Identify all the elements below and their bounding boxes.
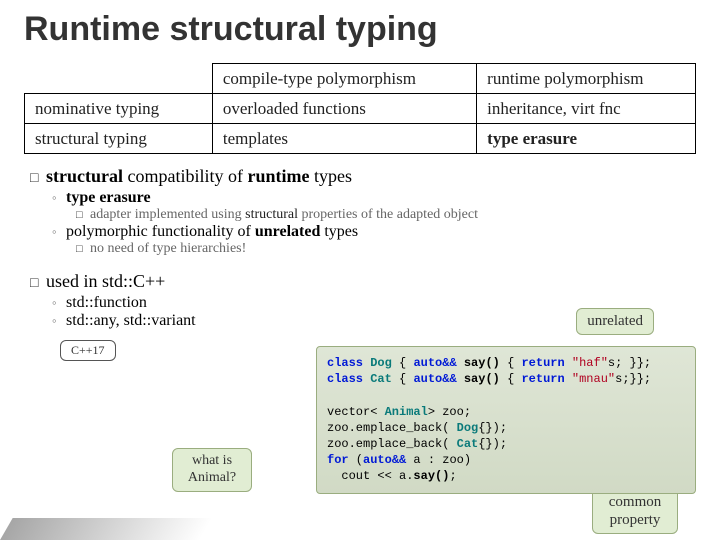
s4: no need of type hierarchies! (90, 241, 246, 257)
b1-d: types (309, 166, 352, 186)
s2a: adapter implemented using (90, 207, 245, 222)
b1-a: structural (46, 166, 123, 186)
s3c: types (320, 223, 358, 240)
sub-bullet-1a-i: □ adapter implemented using structural p… (76, 207, 696, 223)
sub-bullet-icon: ◦ (52, 224, 66, 239)
b1-c: runtime (247, 166, 309, 186)
typing-matrix: compile-type polymorphism runtime polymo… (24, 63, 696, 154)
callout-whatis: what is Animal? (172, 448, 252, 492)
b2s1: std::function (66, 294, 147, 312)
bullet-1: □ structural compatibility of runtime ty… (30, 166, 696, 187)
cell: templates (212, 124, 476, 154)
col-header-2: runtime polymorphism (477, 64, 696, 94)
table-row: nominative typing overloaded functions i… (25, 94, 696, 124)
sub2-icon: □ (76, 209, 90, 221)
sub1-text: type erasure (66, 189, 151, 206)
col-header-1: compile-type polymorphism (212, 64, 476, 94)
sub-bullet-1a: ◦ type erasure (52, 189, 696, 207)
row-label-1: nominative typing (25, 94, 213, 124)
b1-b: compatibility of (123, 166, 247, 186)
bullet-icon: □ (30, 169, 46, 185)
sub2-icon: □ (76, 243, 90, 255)
b2: used in std::C++ (46, 271, 165, 292)
cell: inheritance, virt fnc (477, 94, 696, 124)
callout-common: common property (592, 488, 678, 534)
row-label-2: structural typing (25, 124, 213, 154)
code-example: class Dog { auto&& say() { return "haf"s… (316, 346, 696, 494)
cell-highlight: type erasure (477, 124, 696, 154)
sub-bullet-icon: ◦ (52, 190, 66, 205)
bullet-icon: □ (30, 274, 46, 290)
sub-bullet-icon: ◦ (52, 295, 66, 310)
sub-bullet-icon: ◦ (52, 313, 66, 328)
decorative-shadow (0, 518, 213, 540)
s3b: unrelated (255, 223, 320, 240)
sub-bullet-1b-i: □ no need of type hierarchies! (76, 241, 696, 257)
slide-title: Runtime structural typing (24, 10, 696, 49)
s2b: structural (245, 207, 298, 222)
callout-unrelated: unrelated (576, 308, 654, 335)
table-header-row: compile-type polymorphism runtime polymo… (25, 64, 696, 94)
s2c: properties of the adapted object (298, 207, 478, 222)
empty-cell (25, 64, 213, 94)
cpp17-badge: C++17 (60, 340, 116, 361)
b2s2: std::any, std::variant (66, 312, 196, 330)
sub-bullet-1b: ◦ polymorphic functionality of unrelated… (52, 223, 696, 241)
cell: overloaded functions (212, 94, 476, 124)
table-row: structural typing templates type erasure (25, 124, 696, 154)
bullet-2: □ used in std::C++ (30, 271, 696, 292)
s3a: polymorphic functionality of (66, 223, 255, 240)
